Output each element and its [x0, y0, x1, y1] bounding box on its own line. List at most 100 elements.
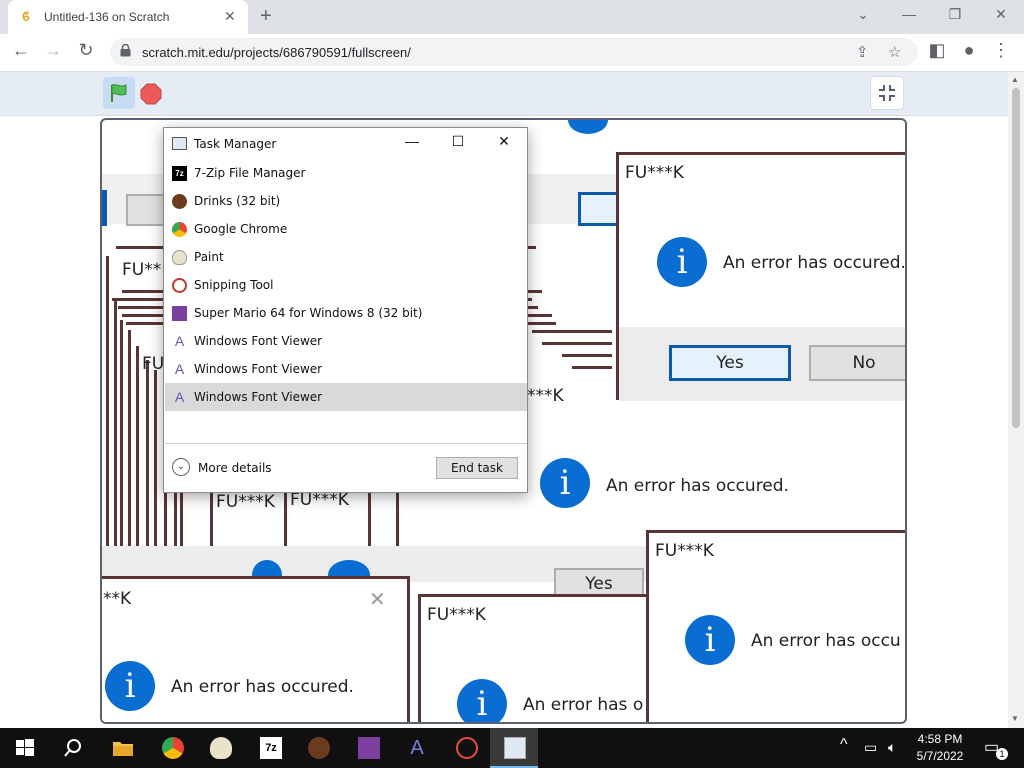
- dialog-title: FU***K: [427, 605, 486, 625]
- process-row[interactable]: Paint: [165, 243, 527, 271]
- tab-title: Untitled-136 on Scratch: [44, 10, 170, 24]
- tab-close-icon[interactable]: ✕: [224, 8, 236, 25]
- scroll-down-icon[interactable]: ▼: [1011, 714, 1019, 723]
- side-panel-icon[interactable]: ◧: [924, 40, 950, 61]
- bookmark-star-icon[interactable]: ☆: [888, 43, 901, 61]
- address-bar[interactable]: scratch.mit.edu/projects/686790591/fulls…: [110, 38, 918, 66]
- browser-tab-strip: ϐ Untitled-136 on Scratch ✕ + ⌄ — ❐ ✕: [0, 0, 1024, 34]
- back-icon[interactable]: ←: [8, 40, 34, 61]
- error-dialog: FU***K i An error has occured. Yes No: [616, 152, 905, 401]
- dialog-edge: [532, 330, 612, 333]
- chrome-icon: [162, 737, 184, 759]
- error-dialog: FU***K i An error has o: [418, 594, 658, 722]
- taskbar-7zip[interactable]: 7z: [246, 728, 294, 768]
- search-button[interactable]: [48, 728, 96, 768]
- process-row[interactable]: Snipping Tool: [165, 271, 527, 299]
- process-row[interactable]: A Windows Font Viewer: [165, 355, 527, 383]
- tab-search-icon[interactable]: ⌄: [840, 6, 886, 23]
- dialog-close-icon[interactable]: ✕: [369, 587, 386, 612]
- process-row[interactable]: Google Chrome: [165, 215, 527, 243]
- process-label: Paint: [194, 250, 224, 264]
- scroll-up-icon[interactable]: ▲: [1011, 75, 1019, 84]
- no-button-label: No: [852, 353, 876, 373]
- process-row[interactable]: A Windows Font Viewer: [165, 327, 527, 355]
- maximize-icon[interactable]: ☐: [436, 133, 480, 150]
- dialog-title: FU***K: [216, 492, 275, 512]
- font-viewer-icon: A: [174, 361, 185, 377]
- taskbar-file-explorer[interactable]: [98, 728, 146, 768]
- minimize-icon[interactable]: —: [886, 6, 932, 22]
- stop-icon[interactable]: [140, 83, 162, 105]
- clock-date[interactable]: 5/7/2022: [912, 749, 968, 763]
- browser-tab[interactable]: ϐ Untitled-136 on Scratch ✕: [8, 0, 248, 34]
- taskbar-font-viewer[interactable]: A: [392, 728, 440, 768]
- taskbar-snipping-tool[interactable]: [442, 728, 490, 768]
- process-label: Super Mario 64 for Windows 8 (32 bit): [194, 306, 423, 320]
- chevron-up-icon[interactable]: ^: [840, 736, 848, 754]
- more-details-link[interactable]: More details: [198, 461, 272, 475]
- close-icon[interactable]: ✕: [482, 133, 526, 150]
- font-viewer-icon: A: [410, 737, 424, 759]
- profile-avatar-icon[interactable]: ●: [956, 40, 982, 61]
- notification-badge: 1: [996, 748, 1008, 760]
- info-icon: i: [540, 458, 590, 508]
- new-tab-icon[interactable]: +: [260, 5, 272, 28]
- process-label: Windows Font Viewer: [194, 334, 323, 348]
- paint-icon: [210, 737, 232, 759]
- windows-logo-icon: [16, 739, 34, 756]
- taskbar-paint[interactable]: [196, 728, 244, 768]
- scratch-favicon-icon: ϐ: [22, 9, 30, 24]
- process-row-selected[interactable]: A Windows Font Viewer: [165, 383, 527, 411]
- error-message: An error has occured.: [606, 476, 789, 496]
- exit-fullscreen-icon: [879, 85, 895, 101]
- process-label: Windows Font Viewer: [194, 390, 323, 404]
- task-manager-icon: [172, 137, 187, 150]
- paint-icon: [172, 250, 187, 265]
- network-icon[interactable]: ▭: [864, 739, 877, 756]
- process-label: Google Chrome: [194, 222, 288, 236]
- snipping-tool-icon: [172, 278, 187, 293]
- yes-button-label: Yes: [585, 574, 613, 594]
- windows-taskbar: 7z A ^ ▭ 🔈︎ 4:58 PM 5/7/2022 ▭ 1: [0, 728, 1024, 768]
- exit-fullscreen-button[interactable]: [870, 76, 904, 110]
- yes-button[interactable]: Yes: [669, 345, 791, 381]
- volume-icon[interactable]: 🔈︎: [888, 739, 896, 756]
- green-flag-button[interactable]: [103, 77, 135, 109]
- share-icon[interactable]: ⇪: [856, 43, 869, 61]
- end-task-button[interactable]: End task: [436, 457, 518, 479]
- error-dialog: FU***K i An error has occu: [646, 530, 905, 722]
- taskbar-chrome[interactable]: [148, 728, 196, 768]
- no-button[interactable]: No: [809, 345, 905, 381]
- menu-kebab-icon[interactable]: ⋮: [988, 40, 1014, 61]
- dialog-edge: [562, 354, 612, 357]
- process-row[interactable]: Super Mario 64 for Windows 8 (32 bit): [165, 299, 527, 327]
- dialog-edge: [542, 342, 612, 345]
- process-row[interactable]: 7z 7-Zip File Manager: [165, 159, 527, 187]
- dialog-title: FU***K: [625, 163, 684, 183]
- clock-time[interactable]: 4:58 PM: [912, 732, 968, 746]
- taskbar-drinks[interactable]: [294, 728, 342, 768]
- dialog-button-edge: [102, 190, 107, 226]
- error-message: An error has occu: [751, 631, 901, 651]
- process-label: Windows Font Viewer: [194, 362, 323, 376]
- taskbar-task-manager[interactable]: [490, 728, 538, 768]
- process-row[interactable]: Drinks (32 bit): [165, 187, 527, 215]
- start-button[interactable]: [0, 728, 48, 768]
- url-text: scratch.mit.edu/projects/686790591/fulls…: [142, 45, 411, 60]
- restore-icon[interactable]: ❐: [932, 6, 978, 23]
- dialog-title: J***K: [522, 386, 564, 406]
- dialog-edge: [572, 366, 612, 369]
- reload-icon[interactable]: ↻: [73, 40, 99, 61]
- green-flag-icon: [111, 84, 127, 102]
- error-message: An error has occured.: [171, 677, 354, 697]
- forward-icon[interactable]: →: [40, 40, 66, 61]
- browser-toolbar: ← → ↻ scratch.mit.edu/projects/686790591…: [0, 34, 1024, 72]
- scrollbar-thumb[interactable]: [1012, 88, 1020, 428]
- error-dialog: **K ✕ i An error has occured.: [102, 576, 410, 722]
- window-close-icon[interactable]: ✕: [978, 6, 1024, 23]
- minimize-icon[interactable]: —: [390, 133, 434, 149]
- chevron-down-icon[interactable]: ⌄: [172, 458, 190, 476]
- chrome-icon: [172, 222, 187, 237]
- page-scrollbar[interactable]: ▲ ▼: [1008, 72, 1024, 728]
- taskbar-mario[interactable]: [344, 728, 392, 768]
